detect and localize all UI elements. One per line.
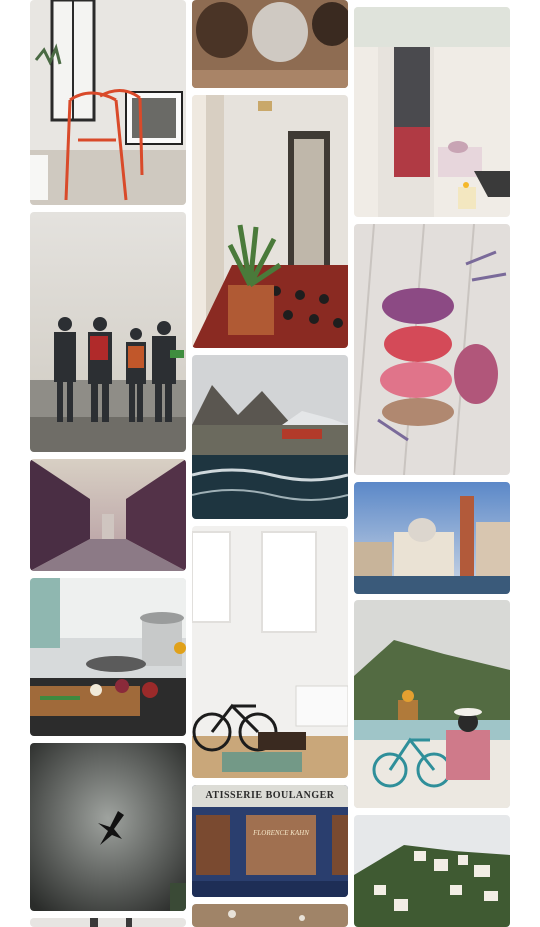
florence-kahn-sign-text: FLORENCE KAHN	[253, 829, 309, 837]
photo-plant-hallway[interactable]	[192, 95, 348, 348]
photo-red-chairs-room[interactable]	[30, 0, 186, 205]
photo-partial-bottom-middle[interactable]	[192, 904, 348, 927]
photo-masonry-grid: ATISSERIE BOULANGER FLORENCE KAHN	[0, 0, 540, 927]
photo-spices-table[interactable]	[192, 0, 348, 88]
photo-canal-dusk[interactable]	[30, 459, 186, 571]
photo-bicycle-beach[interactable]	[354, 600, 510, 808]
photo-plane-clouds[interactable]	[30, 743, 186, 911]
photo-coastal-village[interactable]	[192, 355, 348, 519]
photo-hillside-town[interactable]	[354, 815, 510, 927]
patisserie-sign-text: ATISSERIE BOULANGER	[205, 790, 335, 801]
photo-bicycle-living-room[interactable]	[192, 526, 348, 778]
photo-cooking-stove[interactable]	[30, 578, 186, 736]
photo-patisserie-storefront[interactable]: ATISSERIE BOULANGER FLORENCE KAHN	[192, 785, 348, 897]
photo-venice-church[interactable]	[354, 482, 510, 594]
photo-partial-bottom-left[interactable]	[30, 918, 186, 927]
photo-towel-candle[interactable]	[354, 7, 510, 217]
photo-macarons-lavender[interactable]	[354, 224, 510, 475]
photo-hikers-lake[interactable]	[30, 212, 186, 452]
